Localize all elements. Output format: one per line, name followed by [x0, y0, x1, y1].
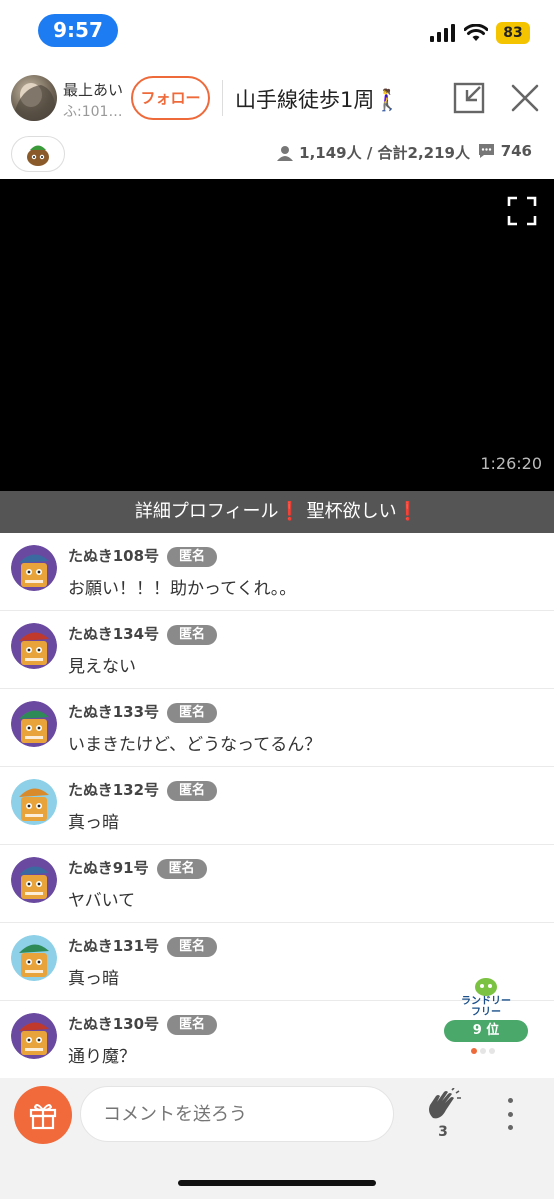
more-dot — [507, 1111, 513, 1117]
comment-text: ヤバいて — [68, 891, 136, 911]
wifi-icon — [464, 24, 488, 41]
status-bar: 9:57 83 — [0, 0, 554, 62]
header-divider — [222, 80, 223, 116]
gift-button[interactable] — [14, 1086, 72, 1144]
tanuki-avatar[interactable] — [11, 935, 57, 981]
anonymous-badge: 匿名 — [167, 936, 218, 957]
comment-row[interactable]: たぬき133号 匿名いまきたけど、どうなってるん？ — [0, 689, 554, 767]
clap-icon — [429, 1087, 461, 1119]
comment-author: たぬき108号 匿名 — [68, 545, 218, 567]
clap-count: 3 — [438, 1124, 448, 1140]
host-name[interactable]: 最上あい — [63, 79, 123, 100]
anonymous-badge: 匿名 — [156, 858, 207, 879]
comment-row[interactable]: たぬき108号 匿名お願い！！！助かってくれ。。 — [0, 533, 554, 611]
page-dot — [489, 1048, 495, 1054]
banner-text: 詳細プロフィール — [134, 501, 279, 522]
comment-author: たぬき91号 匿名 — [68, 857, 207, 879]
tanuki-avatar[interactable] — [11, 1013, 57, 1059]
banner-text-2: 聖杯欲しい — [300, 501, 397, 522]
anonymous-badge: 匿名 — [167, 546, 218, 567]
logo-text-line-1: ランドリー — [461, 996, 511, 1007]
host-avatar[interactable] — [11, 75, 57, 121]
minimize-icon[interactable] — [452, 81, 486, 115]
comment-author-name: たぬき91号 — [68, 859, 149, 877]
viewer-count-text: 1,149人 / 合計2,219人 — [299, 144, 470, 162]
comment-author-name: たぬき133号 — [68, 703, 160, 721]
stream-title: 山手線徒歩1周🚶‍♀️ — [235, 88, 401, 112]
host-subtitle: ふ:101… — [63, 104, 123, 120]
anonymous-badge: 匿名 — [167, 1014, 218, 1035]
comment-text: 見えない — [68, 657, 136, 677]
more-dot — [507, 1125, 513, 1130]
page-dots — [471, 1048, 495, 1054]
logo-text-line-2: フリー — [471, 1007, 501, 1018]
comment-bubble-icon — [478, 144, 494, 158]
comment-row[interactable]: たぬき91号 匿名 ヤバいて — [0, 845, 554, 923]
comment-text: いまきたけど、どうなってるん？ — [68, 735, 322, 755]
tanuki-avatar[interactable] — [11, 701, 57, 747]
anonymous-badge: 匿名 — [167, 702, 218, 723]
comment-author-name: たぬき130号 — [68, 1015, 160, 1033]
tanuki-icon — [27, 145, 49, 166]
follow-button[interactable]: フォロー — [131, 76, 210, 120]
ranking-widget[interactable]: ランドリー フリー 9 位 — [444, 976, 528, 1058]
fullscreen-icon[interactable] — [506, 195, 538, 227]
comment-input[interactable] — [80, 1086, 394, 1142]
comment-text: 通り魔？ — [68, 1047, 136, 1067]
comment-author: たぬき131号 匿名 — [68, 935, 218, 957]
stats-row: 1,149人 / 合計2,219人 746 — [0, 132, 554, 178]
gift-icon — [29, 1104, 57, 1130]
signal-icon — [430, 24, 455, 42]
comment-row[interactable]: たぬき132号 匿名 真っ暗 — [0, 767, 554, 845]
video-player[interactable]: 1:26:20 — [0, 179, 554, 491]
comment-author-name: たぬき132号 — [68, 781, 160, 799]
home-indicator — [178, 1180, 376, 1186]
viewer-count: 1,149人 / 合計2,219人 — [277, 142, 470, 163]
comment-author: たぬき130号 匿名 — [68, 1013, 218, 1035]
bottom-bar: 3 — [0, 1078, 554, 1199]
tanuki-avatar[interactable] — [11, 857, 57, 903]
anonymous-badge: 匿名 — [167, 624, 218, 645]
tanuki-avatar[interactable] — [11, 545, 57, 591]
comment-author-name: たぬき134号 — [68, 625, 160, 643]
banner-exclamation-1: ❗ — [278, 501, 301, 522]
banner-exclamation-2: ❗ — [396, 501, 420, 522]
page-dot — [471, 1048, 477, 1054]
close-icon[interactable] — [508, 81, 542, 115]
page-dot — [480, 1048, 486, 1054]
comment-author-name: たぬき108号 — [68, 547, 160, 565]
anonymous-badge: 匿名 — [167, 780, 218, 801]
comment-author: たぬき133号 匿名 — [68, 701, 218, 723]
comment-text: 真っ暗 — [68, 969, 119, 989]
profile-banner[interactable]: 詳細プロフィール❗ 聖杯欲しい❗ — [0, 491, 554, 533]
live-stream-screen: 9:57 83 最上あい ふ:101… フォロー — [0, 0, 554, 1199]
comment-author: たぬき132号 匿名 — [68, 779, 218, 801]
laundry-free-logo-text: ランドリー フリー — [444, 996, 528, 1018]
person-icon — [277, 145, 294, 161]
comment-count-text: 746 — [500, 142, 532, 160]
more-dot — [507, 1098, 513, 1103]
comment-text: 真っ暗 — [68, 813, 119, 833]
more-options-button[interactable] — [500, 1098, 520, 1130]
elapsed-time: 1:26:20 — [480, 454, 542, 473]
tanuki-avatar[interactable] — [11, 623, 57, 669]
battery-indicator: 83 — [496, 22, 530, 44]
tanuki-item-badge[interactable] — [11, 136, 65, 172]
comment-author: たぬき134号 匿名 — [68, 623, 218, 645]
status-icons: 83 — [430, 22, 530, 44]
comment-row[interactable]: たぬき134号 匿名 見えない — [0, 611, 554, 689]
stream-header: 最上あい ふ:101… フォロー 山手線徒歩1周🚶‍♀️ — [0, 68, 554, 130]
clap-button[interactable]: 3 — [424, 1087, 462, 1140]
status-time: 9:57 — [38, 14, 118, 47]
comment-count: 746 — [478, 142, 532, 160]
comment-author-name: たぬき131号 — [68, 937, 160, 955]
comment-text: お願い！！！助かってくれ。。 — [68, 579, 297, 599]
tanuki-avatar[interactable] — [11, 779, 57, 825]
rank-badge: 9 位 — [444, 1020, 528, 1042]
